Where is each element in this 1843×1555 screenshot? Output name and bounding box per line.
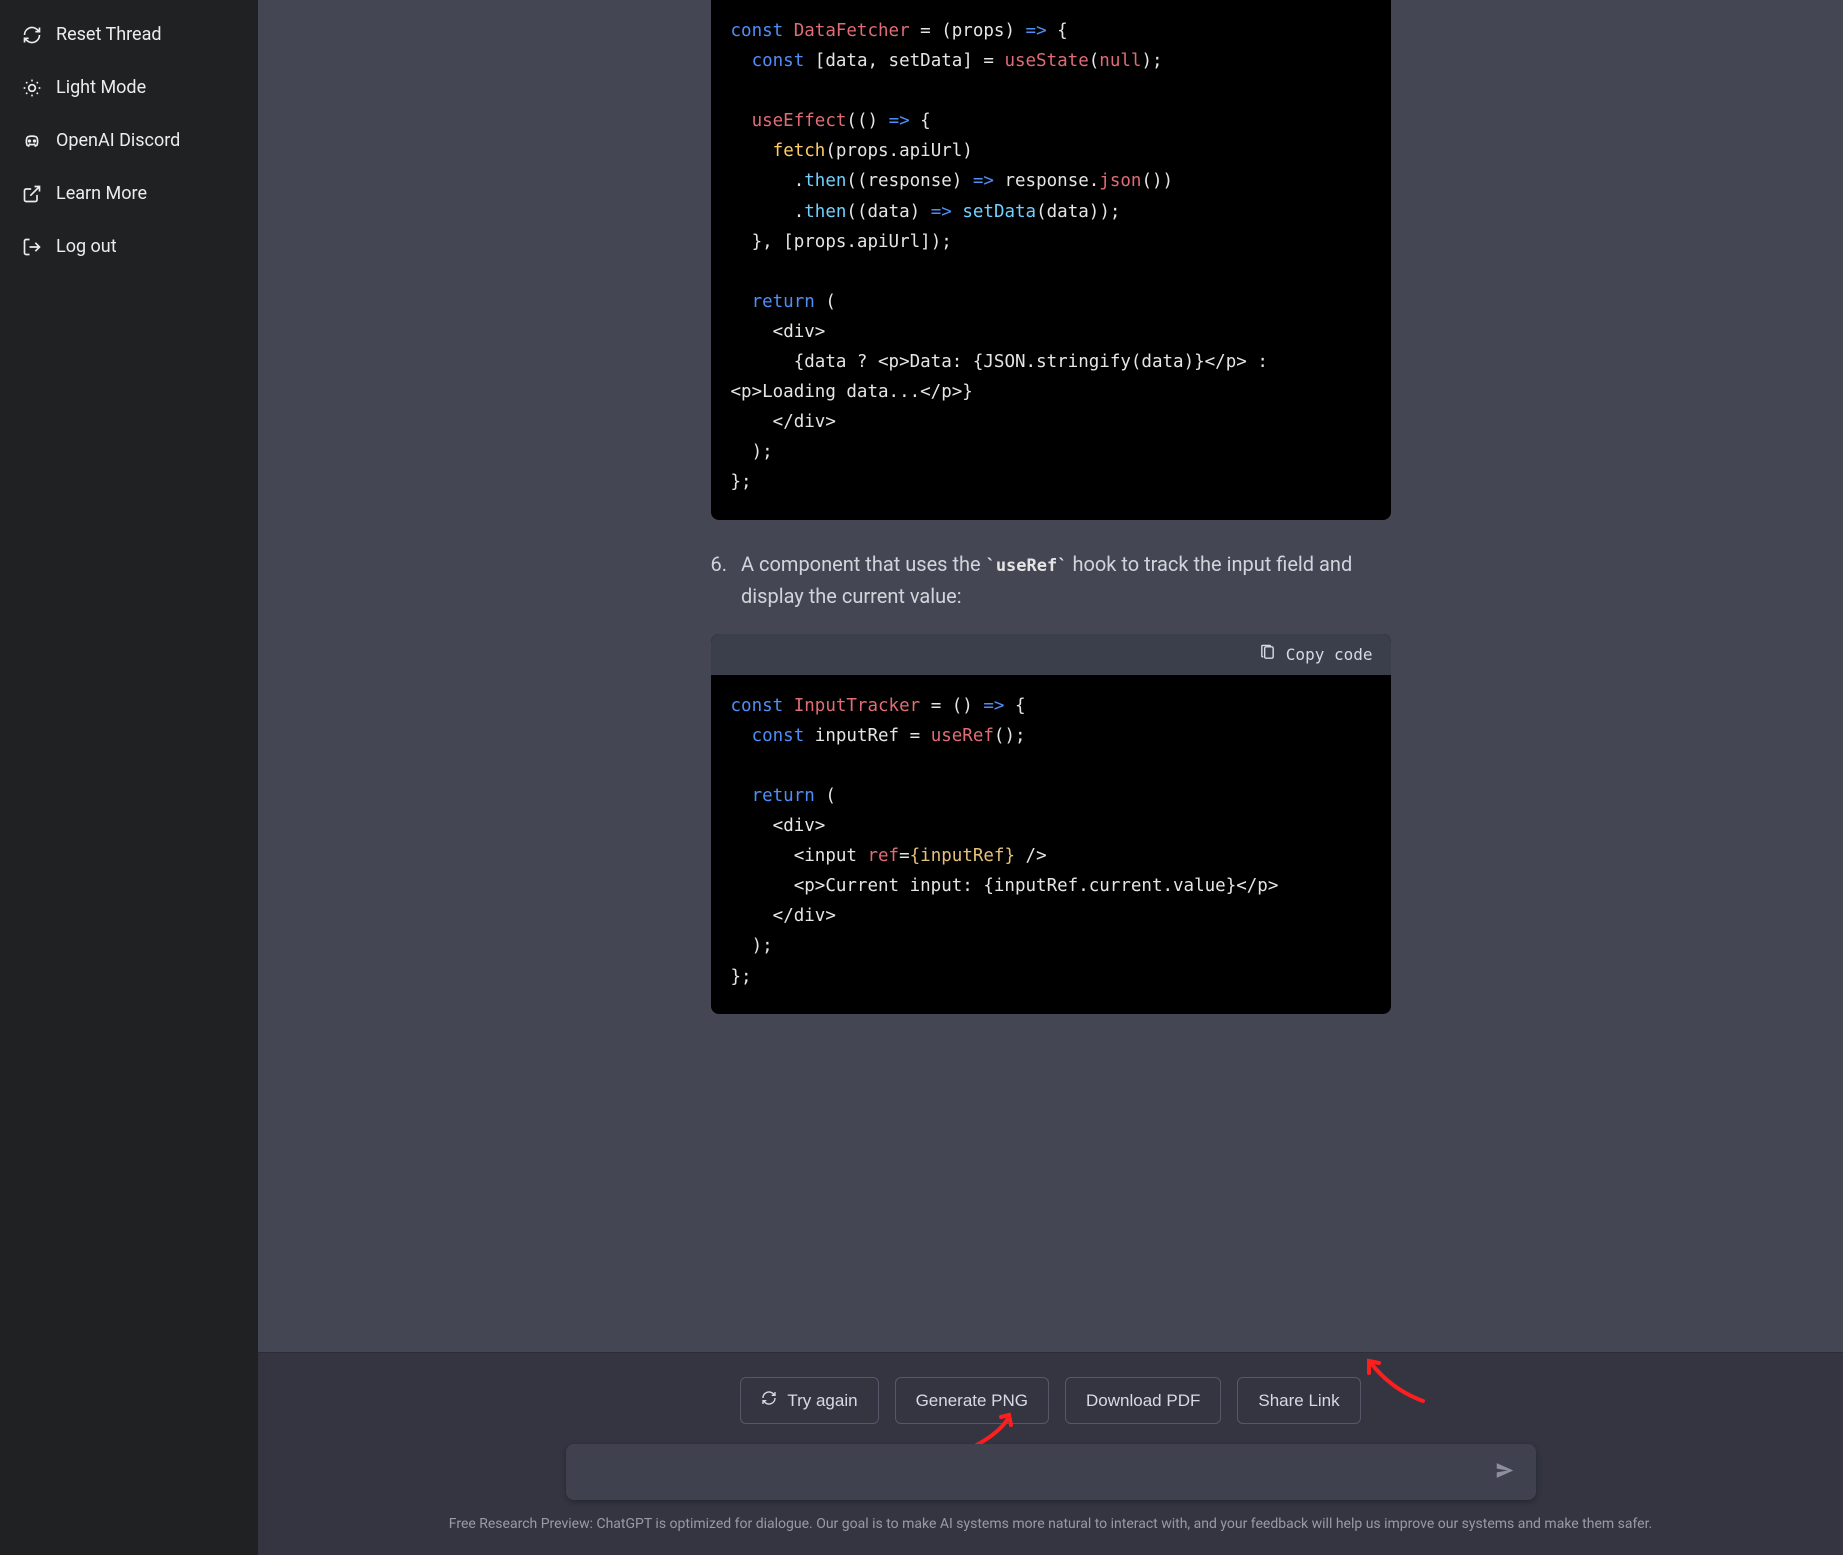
list-item-6: 6. A component that uses the `useRef` ho… [711,548,1391,612]
sidebar-item-light-mode[interactable]: Light Mode [10,63,248,112]
code-content: const DataFetcher = (props) => { const [… [711,0,1391,520]
code-content: const InputTracker = () => { const input… [711,675,1391,1014]
sidebar-item-logout[interactable]: Log out [10,222,248,271]
code-block-inputtracker: Copy code const InputTracker = () => { c… [711,634,1391,1014]
sidebar-item-label: OpenAI Discord [56,130,180,151]
action-button-row: Try again Generate PNG Download PDF Shar… [278,1377,1823,1424]
generate-png-button[interactable]: Generate PNG [895,1377,1049,1424]
refresh-icon [761,1390,777,1411]
sidebar-item-label: Learn More [56,183,147,204]
external-link-icon [22,184,42,204]
send-icon [1494,1470,1516,1485]
try-again-label: Try again [787,1391,857,1411]
code-block-datafetcher: const DataFetcher = (props) => { const [… [711,0,1391,520]
bottom-bar: Try again Generate PNG Download PDF Shar… [258,1352,1843,1555]
send-button[interactable] [1488,1454,1522,1491]
logout-icon [22,237,42,257]
try-again-button[interactable]: Try again [740,1377,878,1424]
clipboard-icon [1259,644,1276,665]
download-pdf-button[interactable]: Download PDF [1065,1377,1221,1424]
main-panel: const DataFetcher = (props) => { const [… [258,0,1843,1555]
discord-icon [22,131,42,151]
list-item-number: 6. [711,548,728,612]
code-block-header: Copy code [711,634,1391,675]
share-link-button[interactable]: Share Link [1237,1377,1360,1424]
chat-input-wrap [566,1444,1536,1500]
ordered-list: 6. A component that uses the `useRef` ho… [711,548,1391,612]
sidebar-item-learn-more[interactable]: Learn More [10,169,248,218]
sidebar: Reset Thread Light Mode OpenAI Discord L… [0,0,258,1555]
copy-code-label: Copy code [1286,645,1373,664]
sun-icon [22,78,42,98]
list-item-text-before: A component that uses the [741,552,986,576]
sidebar-item-reset-thread[interactable]: Reset Thread [10,10,248,59]
sidebar-item-discord[interactable]: OpenAI Discord [10,116,248,165]
sidebar-item-label: Reset Thread [56,24,162,45]
sidebar-item-label: Log out [56,236,117,257]
copy-code-button[interactable]: Copy code [1259,644,1373,665]
refresh-icon [22,25,42,45]
inline-code-useref: `useRef` [986,556,1068,576]
conversation-content: const DataFetcher = (props) => { const [… [258,0,1843,1352]
sidebar-item-label: Light Mode [56,77,146,98]
footer-disclaimer: Free Research Preview: ChatGPT is optimi… [278,1500,1823,1545]
download-pdf-label: Download PDF [1086,1391,1200,1411]
generate-png-label: Generate PNG [916,1391,1028,1411]
chat-input[interactable] [566,1444,1536,1500]
share-link-label: Share Link [1258,1391,1339,1411]
